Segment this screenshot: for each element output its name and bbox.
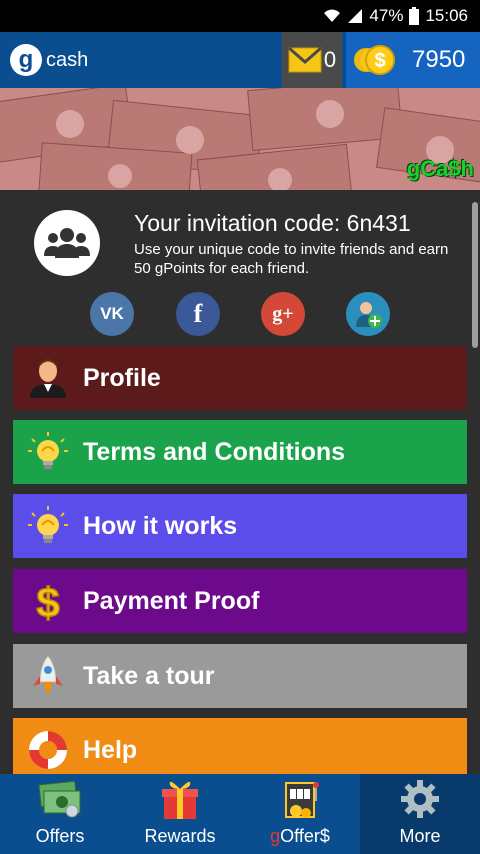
app-bar: g cash 0 $ 7950 (0, 32, 480, 88)
menu-terms[interactable]: Terms and Conditions (13, 420, 467, 484)
facebook-icon: f (193, 299, 203, 328)
rocket-icon (13, 644, 83, 708)
menu-profile[interactable]: Profile (13, 346, 467, 410)
clock: 15:06 (425, 6, 468, 25)
wifi-icon (324, 9, 341, 22)
facebook-share-button[interactable]: f (176, 292, 220, 336)
menu-how-it-works[interactable]: How it works (13, 494, 467, 558)
battery-percent: 47% (369, 6, 404, 25)
google-plus-icon: g+ (272, 302, 294, 325)
messages-button[interactable]: 0 (282, 32, 342, 88)
coins-icon: $ (354, 45, 395, 75)
money-banner: gCa$h (0, 88, 480, 190)
bottom-navigation: Offers Rewards gOffer$ More (0, 774, 480, 854)
nav-offers-label: Offers (35, 826, 85, 846)
main-content: Your invitation code: 6n431 Use your uni… (0, 190, 480, 774)
menu-take-a-tour-label: Take a tour (83, 661, 215, 690)
lightbulb-icon (13, 494, 83, 558)
svg-text:$: $ (36, 579, 59, 623)
nav-goffers-text: Offer$ (280, 826, 330, 846)
nav-offers[interactable]: Offers (0, 774, 120, 854)
battery-icon (409, 7, 420, 25)
menu-payment-proof[interactable]: $ Payment Proof (13, 569, 467, 633)
lifebuoy-icon (13, 718, 83, 774)
nav-rewards[interactable]: Rewards (120, 774, 240, 854)
money-icon (38, 776, 82, 822)
invitation-subtitle: Use your unique code to invite friends a… (134, 241, 449, 277)
vk-icon: VK (100, 304, 124, 323)
menu-help-label: Help (83, 735, 138, 764)
banner-logo: gCa$h (406, 156, 474, 181)
dollar-icon: $ (13, 569, 83, 633)
gift-icon (160, 776, 200, 822)
slot-machine-icon (278, 776, 322, 822)
messages-count: 0 (323, 47, 337, 72)
logo-text: cash (46, 48, 89, 71)
coins-balance[interactable]: $ 7950 (346, 32, 480, 88)
coins-value: 7950 (412, 46, 466, 73)
gear-icon (399, 776, 441, 822)
signal-icon (348, 9, 363, 23)
svg-text:$: $ (374, 50, 385, 72)
menu-how-it-works-label: How it works (83, 511, 238, 540)
vk-share-button[interactable]: VK (90, 292, 134, 336)
invitation-section: Your invitation code: 6n431 Use your uni… (0, 190, 480, 340)
add-contact-icon (356, 302, 382, 328)
app-logo[interactable]: g cash (0, 32, 282, 88)
add-contact-button[interactable] (346, 292, 390, 336)
envelope-icon (287, 47, 322, 73)
nav-goffers-label: gOffer$ (270, 826, 330, 847)
status-bar: 47% 15:06 (0, 0, 480, 32)
nav-goffers-prefix: g (270, 826, 281, 846)
menu-payment-proof-label: Payment Proof (83, 586, 260, 615)
person-icon (13, 346, 83, 410)
nav-goffers[interactable]: gOffer$ (240, 774, 360, 854)
group-icon (34, 210, 100, 276)
menu-help[interactable]: Help (13, 718, 467, 774)
nav-rewards-label: Rewards (144, 826, 216, 846)
google-plus-share-button[interactable]: g+ (261, 292, 305, 336)
nav-more-label: More (399, 826, 441, 846)
lightbulb-icon (13, 420, 83, 484)
logo-mark: g (10, 44, 42, 76)
invitation-title: Your invitation code: 6n431 (134, 210, 411, 236)
menu-take-a-tour[interactable]: Take a tour (13, 644, 467, 708)
menu-profile-label: Profile (83, 363, 161, 392)
nav-more[interactable]: More (360, 774, 480, 854)
menu-terms-label: Terms and Conditions (83, 437, 346, 466)
